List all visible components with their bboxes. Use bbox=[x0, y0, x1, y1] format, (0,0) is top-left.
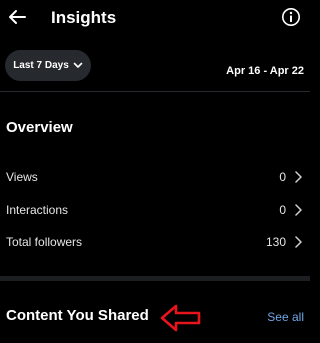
row-label: Interactions bbox=[6, 203, 69, 217]
overview-title: Overview bbox=[6, 119, 73, 136]
overview-row-total-followers[interactable]: Total followers 130 bbox=[0, 230, 310, 254]
row-label: Views bbox=[6, 170, 38, 184]
left-arrow-outline-icon bbox=[160, 304, 201, 332]
arrow-left-icon bbox=[9, 10, 26, 24]
see-all-link[interactable]: See all bbox=[267, 309, 304, 325]
content-shared-title: Content You Shared bbox=[6, 307, 149, 324]
back-button[interactable] bbox=[4, 4, 30, 30]
insights-screen: Insights Last 7 Days Apr 16 - Apr 22 Ove… bbox=[0, 0, 310, 343]
info-button[interactable] bbox=[280, 6, 302, 28]
row-value: 0 bbox=[279, 170, 286, 184]
divider bbox=[0, 91, 310, 92]
date-range-dropdown[interactable]: Last 7 Days bbox=[5, 50, 91, 81]
chevron-right-icon bbox=[295, 204, 302, 216]
overview-row-interactions[interactable]: Interactions 0 bbox=[0, 198, 310, 222]
row-label: Total followers bbox=[6, 235, 83, 249]
section-divider bbox=[0, 276, 310, 281]
header: Insights bbox=[0, 0, 310, 36]
chevron-down-icon bbox=[73, 62, 83, 68]
chevron-right-icon bbox=[295, 236, 302, 248]
overview-row-views[interactable]: Views 0 bbox=[0, 165, 310, 189]
page-title: Insights bbox=[51, 8, 117, 27]
chevron-right-icon bbox=[295, 171, 302, 183]
date-range-dropdown-label: Last 7 Days bbox=[13, 60, 69, 71]
row-value: 0 bbox=[279, 203, 286, 217]
row-value: 130 bbox=[265, 235, 286, 249]
info-icon bbox=[282, 8, 300, 26]
date-range-text: Apr 16 - Apr 22 bbox=[226, 65, 304, 77]
